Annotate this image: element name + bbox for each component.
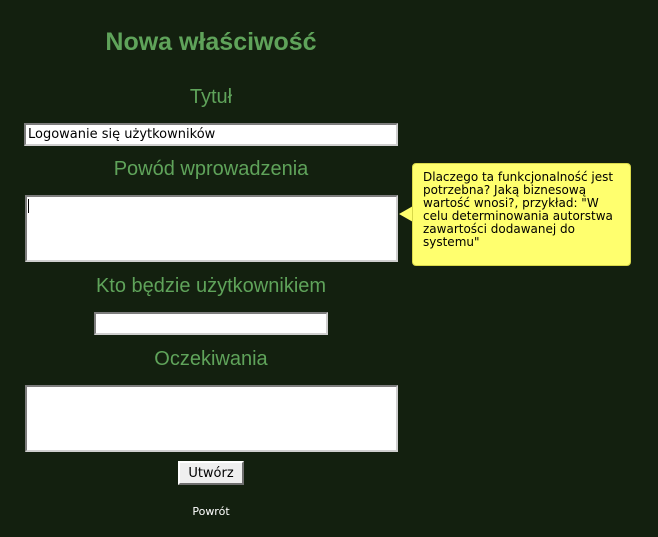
users-label: Kto będzie użytkownikiem [95,275,327,297]
page-title: Nowa właściwość [105,28,317,56]
reason-tooltip: Dlaczego ta funkcjonalność jest potrzebn… [412,163,631,266]
reason-label: Powód wprowadzenia [113,158,309,180]
users-input[interactable] [94,312,328,335]
expectations-textarea[interactable] [25,385,398,452]
back-link[interactable]: Powrót [0,505,422,518]
text-caret [28,199,29,213]
tooltip-arrow [399,206,413,222]
expectations-label: Oczekiwania [154,348,268,370]
new-feature-page: Nowa właściwość Tytuł Powód wprowadzenia… [0,0,658,537]
title-input[interactable] [24,123,398,146]
title-label: Tytuł [189,86,233,108]
create-button[interactable]: Utwórz [178,461,244,485]
reason-textarea[interactable] [25,195,398,262]
